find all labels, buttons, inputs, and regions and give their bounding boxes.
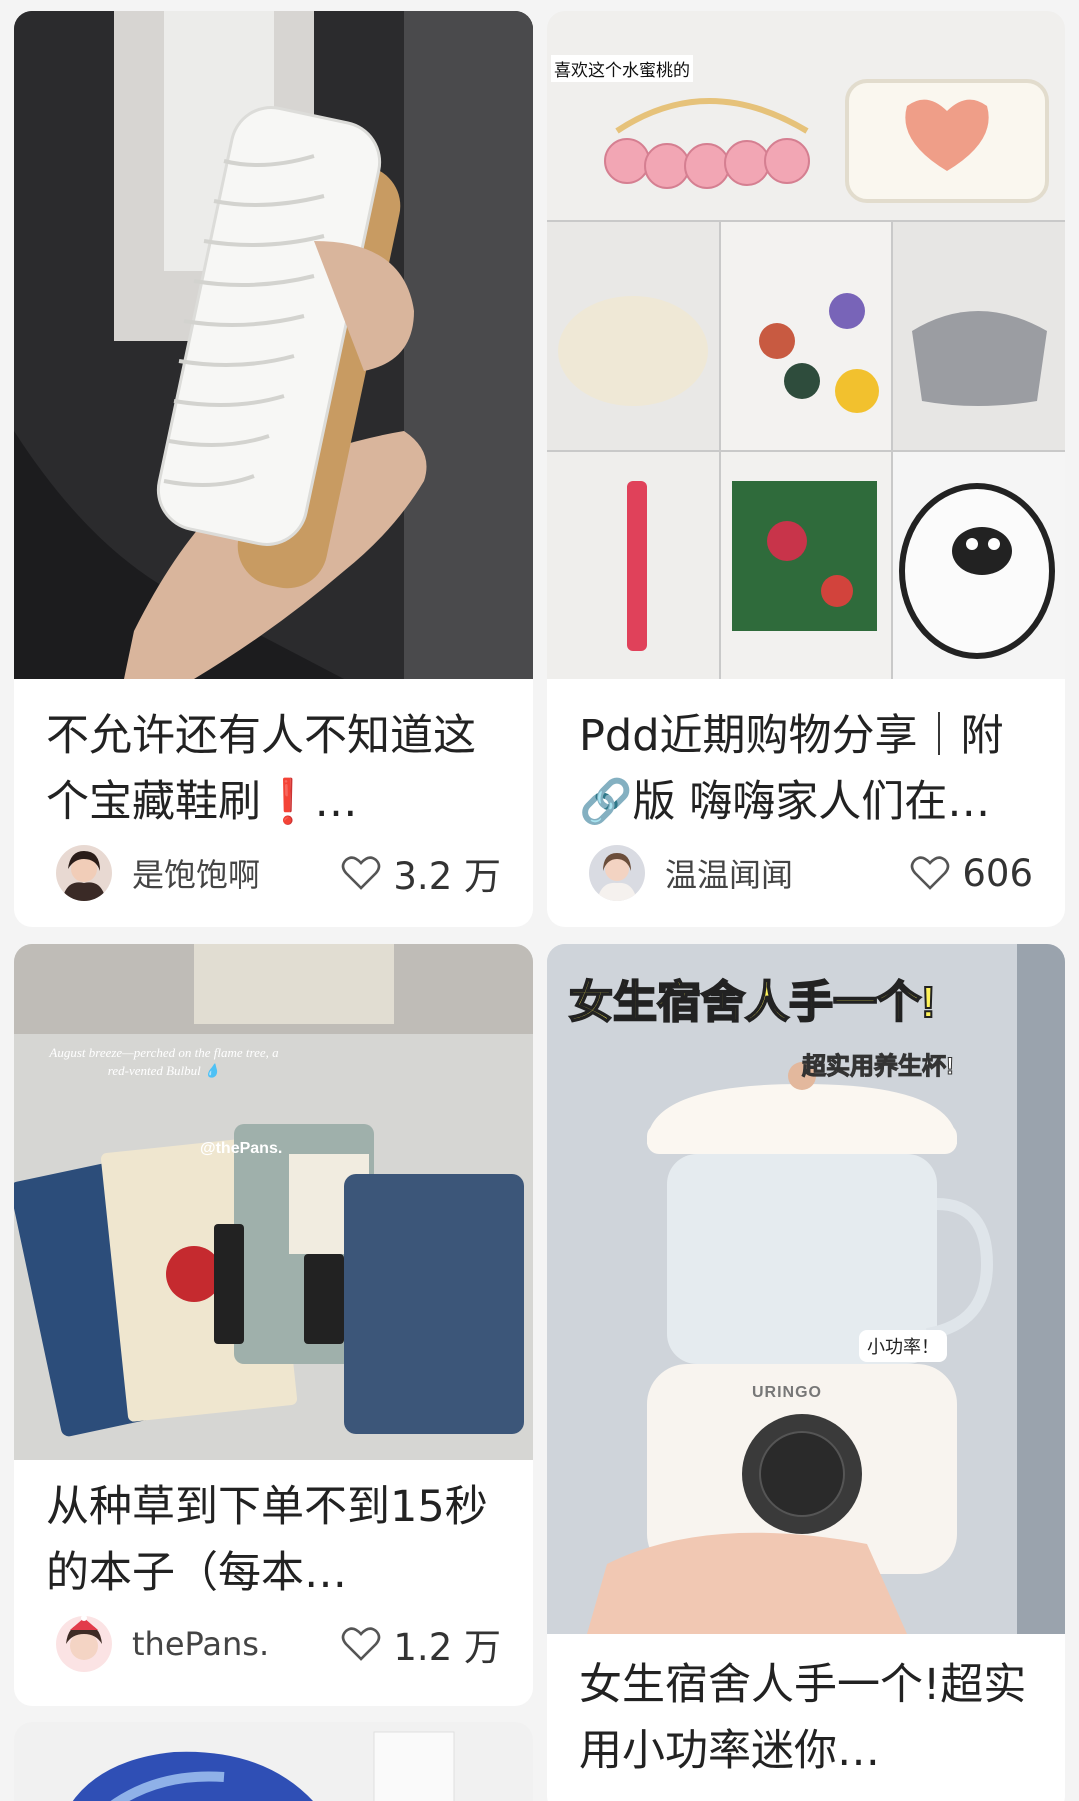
note-feed: 不允许还有人不知道这个宝藏鞋刷❗️… 是饱饱啊 3.2 万 喜欢这个水蜜桃的 P… [0, 0, 1079, 1801]
note-card[interactable]: 不允许还有人不知道这个宝藏鞋刷❗️… 是饱饱啊 3.2 万 [14, 11, 533, 927]
note-cover-image[interactable]: August breeze—perched on the flame tree,… [14, 944, 533, 1460]
note-card[interactable]: August breeze—perched on the flame tree,… [14, 944, 533, 1706]
note-card[interactable]: 喜欢这个水蜜桃的 Pdd近期购物分享｜附🔗版 嗨嗨家人们在… 温温闻闻 606 [547, 11, 1065, 927]
author-avatar[interactable] [56, 1616, 112, 1672]
cover-caption: 喜欢这个水蜜桃的 [551, 55, 693, 82]
heart-icon [342, 856, 381, 890]
like-button[interactable]: 1.2 万 [341, 1617, 501, 1671]
note-cover-image[interactable]: 喜欢这个水蜜桃的 [547, 11, 1065, 679]
note-title[interactable]: Pdd近期购物分享｜附🔗版 嗨嗨家人们在… [579, 703, 1037, 835]
note-cover-image[interactable] [14, 1722, 533, 1801]
note-cover-image[interactable] [14, 11, 533, 679]
like-count: 606 [962, 851, 1033, 895]
note-meta: thePans. 1.2 万 [56, 1614, 501, 1674]
cover-watermark: @thePans. [200, 1140, 283, 1157]
cover-subhead: 超实用养生杯! [802, 1053, 955, 1081]
heart-icon [342, 1627, 381, 1661]
author-avatar[interactable] [589, 845, 645, 901]
heart-icon [911, 856, 950, 890]
note-cover-image[interactable]: 女生宿舍人手一个! 超实用养生杯! 小功率！ URINGO [547, 944, 1065, 1634]
like-button[interactable]: 606 [910, 852, 1033, 895]
author-avatar[interactable] [56, 845, 112, 901]
note-title[interactable]: 不允许还有人不知道这个宝藏鞋刷❗️… [46, 703, 505, 835]
cover-brand: URINGO [752, 1384, 822, 1401]
note-card[interactable]: 女生宿舍人手一个! 超实用养生杯! 小功率！ URINGO 女生宿舍人手一个!超… [547, 944, 1065, 1801]
like-count: 1.2 万 [393, 1626, 501, 1669]
author-name[interactable]: 是饱饱啊 [132, 850, 341, 896]
note-card[interactable] [14, 1722, 533, 1801]
cover-caption: August breeze—perched on the flame tree,… [49, 1045, 279, 1078]
note-title[interactable]: 从种草到下单不到15秒的本子（每本… [46, 1474, 505, 1606]
author-name[interactable]: thePans. [132, 1625, 341, 1663]
note-meta: 是饱饱啊 3.2 万 [56, 843, 501, 903]
like-count: 3.2 万 [393, 855, 501, 898]
note-title[interactable]: 女生宿舍人手一个!超实用小功率迷你… [579, 1652, 1037, 1784]
cover-tag: 小功率！ [859, 1330, 947, 1362]
cover-headline: 女生宿舍人手一个! [568, 977, 937, 1028]
note-meta: 温温闻闻 606 [589, 843, 1033, 903]
like-button[interactable]: 3.2 万 [341, 846, 501, 900]
author-name[interactable]: 温温闻闻 [665, 850, 910, 896]
